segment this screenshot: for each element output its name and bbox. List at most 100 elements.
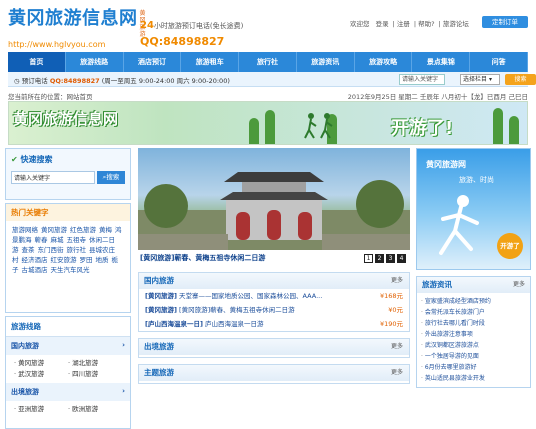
nav-spots[interactable]: 景点集锦 xyxy=(412,52,471,72)
route-item[interactable]: · 四川旅游 xyxy=(68,369,122,380)
welcome-text: 欢迎您 xyxy=(350,20,370,28)
keyword-link[interactable]: 黄梅 xyxy=(99,226,112,234)
slide-dot[interactable]: 2 xyxy=(375,254,384,263)
keyword-link[interactable]: 罗田 xyxy=(80,256,93,264)
custom-order-button[interactable]: 定制订单 xyxy=(482,16,528,28)
more-link[interactable]: 更多 xyxy=(513,277,525,293)
keyword-link[interactable]: 蕲春 xyxy=(35,236,48,244)
site-logo[interactable]: 黄冈旅游信息网 黄冈旅游 http://www.hglvyou.com xyxy=(8,10,152,50)
chevron-right-icon: › xyxy=(122,341,125,349)
route-item[interactable]: · 湖北旅游 xyxy=(68,358,122,369)
news-item[interactable]: 一个独居导游的见面 xyxy=(421,351,526,362)
sub-bar: ◷ 预订电话 QQ:84898827 (周一至周五 9:00-24:00 周六 … xyxy=(8,72,536,87)
item-title: [黄冈旅游]蕲春、黄梅五祖寺休闲二日游 xyxy=(179,306,295,314)
ad-go-badge: 开游了 xyxy=(497,233,523,259)
hotline: 24小时旅游预订电话(免长途费) QQ:84898827 xyxy=(140,20,243,48)
routes-panel: 旅游线路 国内旅游 › · 黄冈旅游 · 湖北旅游 · 武汉旅游 · 四川旅游 出… xyxy=(5,316,131,429)
item-title: 天堂寨——国家地质公园、国家森林公园、AAA... xyxy=(179,292,323,300)
booking-phone: ◷ 预订电话 QQ:84898827 (周一至周五 9:00-24:00 周六 … xyxy=(14,75,230,85)
category-select[interactable]: 选择栏目 ▾ xyxy=(460,74,500,85)
item-price: ¥168元 xyxy=(379,292,403,300)
keyword-link[interactable]: 天生汽车风光 xyxy=(51,266,90,274)
runner-icon xyxy=(439,195,479,255)
promo-ad[interactable]: 黄冈旅游网 旅游、时尚 开游了 xyxy=(416,148,531,270)
nav-home[interactable]: 首页 xyxy=(8,52,66,72)
news-item[interactable]: 外出旅游注意事项 xyxy=(421,329,526,340)
main-content: [黄冈旅游]蕲春、黄梅五祖寺休闲二日游 1 2 3 4 国内旅游 更多 [黄冈旅游… xyxy=(138,148,410,384)
route-item-label: 亚洲旅游 xyxy=(18,405,45,413)
keyword-link[interactable]: 东门西街 xyxy=(38,246,64,254)
keyword-link[interactable]: 古城酒店 xyxy=(22,266,48,274)
quick-search-input[interactable]: 请输入关键字 xyxy=(11,171,95,184)
list-item[interactable]: [黄冈旅游] 天堂寨——国家地质公园、国家森林公园、AAA... ¥168元 xyxy=(139,289,409,303)
nav-guide[interactable]: 旅游攻略 xyxy=(355,52,413,72)
nav-routes[interactable]: 旅游线路 xyxy=(66,52,124,72)
slide-dot[interactable]: 3 xyxy=(386,254,395,263)
list-item[interactable]: [庐山西海温泉一日] 庐山西海温泉一日游 ¥190元 xyxy=(139,317,409,331)
slide-dot[interactable]: 1 xyxy=(364,254,373,263)
slideshow-pager: 1 2 3 4 xyxy=(362,254,406,263)
nav-news[interactable]: 旅游资讯 xyxy=(297,52,355,72)
keyword-link[interactable]: 麻城 xyxy=(51,236,64,244)
more-link[interactable]: 更多 xyxy=(391,365,403,381)
keyword-link[interactable]: 经济酒店 xyxy=(22,256,48,264)
site-url: http://www.hglvyou.com xyxy=(8,40,106,49)
phone-hours: (周一至周五 9:00-24:00 周六 9:00-20:00) xyxy=(101,77,230,85)
keyword-link[interactable]: 黄冈旅游 xyxy=(41,226,67,234)
nav-qa[interactable]: 问答 xyxy=(470,52,529,72)
forum-link[interactable]: 旅游论坛 xyxy=(443,20,469,28)
keyword-link[interactable]: 五祖寺 xyxy=(67,236,87,244)
news-item[interactable]: 宣家盛滨成经型酒店预约 xyxy=(421,296,526,307)
quick-search-button[interactable]: ⌕搜索 xyxy=(97,171,125,184)
route-item[interactable]: · 欧洲旅游 xyxy=(68,404,122,415)
nav-agency[interactable]: 旅行社 xyxy=(239,52,297,72)
route-item[interactable]: · 武汉旅游 xyxy=(14,369,68,380)
register-link[interactable]: 注册 xyxy=(397,20,410,28)
news-item[interactable]: 英山适民县旅游业开发 xyxy=(421,373,526,384)
more-link[interactable]: 更多 xyxy=(391,273,403,289)
login-link[interactable]: 登录 xyxy=(376,20,389,28)
breadcrumb-text: 您当前所在的位置：网站首页 xyxy=(8,93,93,101)
tree-shape xyxy=(493,108,503,144)
news-item[interactable]: 旅行社去哪儿看门时段 xyxy=(421,318,526,329)
news-item[interactable]: 6月份去哪里旅游好 xyxy=(421,362,526,373)
section-title: 主题旅游 xyxy=(144,368,174,377)
route-item[interactable]: · 黄冈旅游 xyxy=(14,358,68,369)
nav-hotel[interactable]: 酒店预订 xyxy=(124,52,182,72)
feature-slideshow[interactable]: [黄冈旅游]蕲春、黄梅五祖寺休闲二日游 1 2 3 4 xyxy=(138,148,410,266)
help-link[interactable]: 帮助? xyxy=(418,20,434,28)
keyword-link[interactable]: 查茶 xyxy=(22,246,35,254)
tree-shape xyxy=(249,118,259,144)
keyword-link[interactable]: 旅游网络 xyxy=(12,226,38,234)
keyword-link[interactable]: 地质 xyxy=(96,256,109,264)
keyword-link[interactable]: 红安旅游 xyxy=(51,256,77,264)
item-title: 庐山西海温泉一日游 xyxy=(205,320,264,328)
keyword-link[interactable]: 旅行社 xyxy=(67,246,87,254)
banner-title: 黄冈旅游信息网 xyxy=(13,110,119,128)
news-item[interactable]: 武汉铜都区游旅游点 xyxy=(421,340,526,351)
search-input[interactable]: 请输入关键字 xyxy=(399,74,445,85)
hikers-icon xyxy=(304,113,333,139)
search-button[interactable]: 搜索 xyxy=(505,74,536,85)
ad-title: 黄冈旅游网 xyxy=(426,160,466,169)
slide-dot[interactable]: 4 xyxy=(397,254,406,263)
quick-search-title: 快速搜索 xyxy=(20,155,53,164)
nav-car-rental[interactable]: 旅游租车 xyxy=(181,52,240,72)
news-item[interactable]: 会常托派车长旅游门户 xyxy=(421,307,526,318)
keyword-link[interactable]: 红色旅游 xyxy=(70,226,96,234)
news-title: 旅游资讯 xyxy=(422,280,452,289)
item-tag: [黄冈旅游] xyxy=(145,292,177,300)
route-category-label: 出境旅游 xyxy=(11,388,39,396)
header: 黄冈旅游信息网 黄冈旅游 http://www.hglvyou.com 24小时旅… xyxy=(0,0,536,52)
item-price: ¥0元 xyxy=(388,306,403,314)
route-category-outbound[interactable]: 出境旅游 › xyxy=(6,383,130,401)
more-link[interactable]: 更多 xyxy=(391,339,403,355)
route-category-domestic[interactable]: 国内旅游 › xyxy=(6,337,130,355)
list-item[interactable]: [黄冈旅游] [黄冈旅游]蕲春、黄梅五祖寺休闲二日游 ¥0元 xyxy=(139,303,409,317)
phone-label: 预订电话 xyxy=(21,77,48,85)
route-item[interactable]: · 亚洲旅游 xyxy=(14,404,68,415)
route-item-label: 欧洲旅游 xyxy=(72,405,99,413)
top-links: 欢迎您 登录 | 注册 | 帮助? | 旅游论坛 xyxy=(350,20,469,28)
qq-number: QQ:84898827 xyxy=(140,35,225,48)
route-items: · 黄冈旅游 · 湖北旅游 · 武汉旅游 · 四川旅游 xyxy=(6,355,130,383)
